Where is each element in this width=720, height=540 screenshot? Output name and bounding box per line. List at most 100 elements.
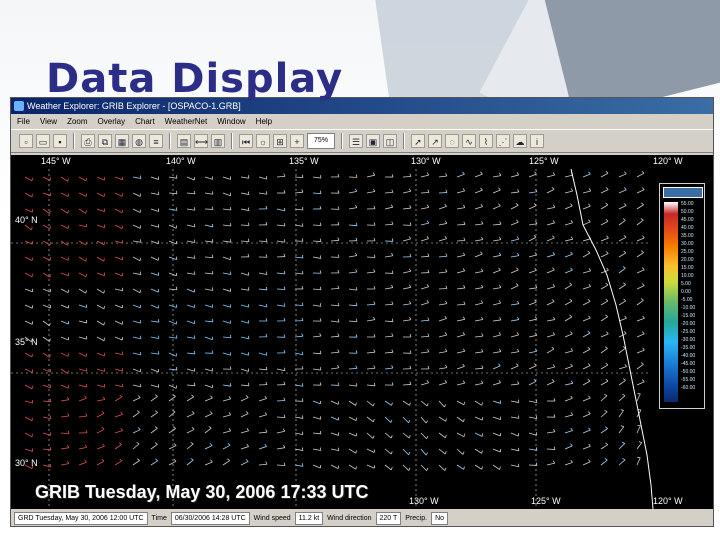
wind-barb <box>402 400 410 406</box>
toolbar-separator <box>341 133 343 149</box>
wind-barb <box>150 240 159 245</box>
wind-barb <box>132 443 140 450</box>
wind-barb-flag <box>534 316 538 320</box>
wind-barb <box>618 189 627 194</box>
print-icon[interactable]: ⎙ <box>81 134 95 148</box>
wind-barb-flag <box>444 379 447 383</box>
menu-help[interactable]: Help <box>256 114 272 129</box>
wind-barb <box>42 448 51 451</box>
wind-barb-flag <box>570 251 573 255</box>
wind-barb <box>348 207 357 210</box>
wind-barb <box>222 414 231 418</box>
wind-barb <box>168 428 176 434</box>
wind-barb <box>420 286 429 290</box>
layers-icon[interactable]: ≡ <box>149 134 163 148</box>
menu-file[interactable]: File <box>17 114 30 129</box>
wind-barb-flag <box>120 427 123 431</box>
menu-view[interactable]: View <box>40 114 57 129</box>
menu-chart[interactable]: Chart <box>135 114 155 129</box>
wind-barb-flag <box>605 442 608 446</box>
cloud-icon[interactable]: ☁ <box>513 134 527 148</box>
info-icon[interactable]: i <box>530 134 544 148</box>
wind-barb-flag <box>641 250 644 253</box>
wind-barb <box>564 253 573 258</box>
wind-barb <box>564 397 573 402</box>
wind-barb <box>600 189 609 194</box>
wind-icon[interactable]: ↗ <box>428 134 442 148</box>
chart-icon[interactable]: ▦ <box>115 134 129 148</box>
wave-icon[interactable]: ∿ <box>462 134 476 148</box>
wind-barb <box>60 320 69 325</box>
new-file-icon[interactable]: ▫ <box>19 134 33 148</box>
wind-barb <box>456 448 464 455</box>
wind-barb-flag <box>373 205 376 209</box>
wind-barb <box>96 399 105 402</box>
wind-barb <box>564 269 573 274</box>
wind-barb <box>636 442 643 450</box>
wind-barb <box>618 410 624 418</box>
wind-barb-flag <box>103 290 105 294</box>
temp-icon[interactable]: ⌇ <box>479 134 493 148</box>
wind-barb <box>42 400 52 403</box>
menu-zoom[interactable]: Zoom <box>67 114 87 129</box>
wind-barb-flag <box>499 172 502 176</box>
fit-icon[interactable]: ⊞ <box>273 134 287 148</box>
arrow-icon[interactable]: ➚ <box>411 134 425 148</box>
wind-barb-flag <box>319 367 322 371</box>
wind-barb-flag <box>481 348 484 353</box>
wind-barb-flag <box>499 284 502 288</box>
wind-barb <box>438 255 448 258</box>
zoom-in-icon[interactable]: + <box>290 134 304 148</box>
wind-barb <box>186 224 195 228</box>
save-icon[interactable]: ▪ <box>53 134 67 148</box>
bar-chart-icon[interactable]: ▥ <box>211 134 225 148</box>
wind-barb <box>150 256 159 261</box>
copy-icon[interactable]: ⧉ <box>98 134 112 148</box>
wind-barb <box>582 380 591 386</box>
wind-barb-flag <box>337 206 340 210</box>
legend-tick-label: -60.00 <box>681 385 696 391</box>
wind-barb-flag <box>372 172 376 176</box>
wind-barb <box>384 400 392 406</box>
wind-barb-flag <box>283 253 286 257</box>
wind-barb <box>564 365 573 370</box>
wind-barb-flag <box>481 333 484 337</box>
wind-barb <box>114 430 123 434</box>
split-horizontal-icon[interactable]: ☰ <box>349 134 363 148</box>
wind-barb-flag <box>84 444 88 448</box>
menu-weathernet[interactable]: WeatherNet <box>165 114 208 129</box>
toolbar-separator <box>169 133 171 149</box>
legend-variable-select[interactable] <box>663 187 703 198</box>
weather-map[interactable]: 145° W 140° W 135° W 130° W 125° W 120° … <box>11 155 713 509</box>
wind-barb <box>60 384 69 389</box>
measure-icon[interactable]: ⟷ <box>194 134 208 148</box>
wind-barb-flag <box>408 236 412 240</box>
sun-icon[interactable]: ☼ <box>256 134 270 148</box>
wind-barb <box>258 368 267 371</box>
wind-barb <box>114 192 123 197</box>
menu-overlay[interactable]: Overlay <box>98 114 126 129</box>
wind-barb <box>24 448 33 452</box>
rain-icon[interactable]: ⋰ <box>496 134 510 148</box>
lat-label-30n: 30° N <box>15 458 38 468</box>
wind-barb-flag <box>605 251 609 254</box>
wind-barb-flag <box>640 298 644 301</box>
wind-barb <box>96 352 105 357</box>
globe-icon[interactable]: ◍ <box>132 134 146 148</box>
tile-icon[interactable]: ▣ <box>366 134 380 148</box>
wind-barb <box>258 463 268 466</box>
wind-barb <box>96 384 105 388</box>
legend-tick-label: 35.00 <box>681 233 694 239</box>
wind-barb <box>564 382 573 386</box>
cascade-icon[interactable]: ◫ <box>383 134 397 148</box>
wind-barb-flag <box>480 187 483 191</box>
pressure-icon[interactable]: ◌ <box>445 134 459 148</box>
wind-barb-flag <box>172 426 176 429</box>
layout-icon[interactable]: ▤ <box>177 134 191 148</box>
menu-window[interactable]: Window <box>217 114 245 129</box>
wind-barb <box>204 336 213 341</box>
wind-barb-flag <box>247 253 250 257</box>
open-folder-icon[interactable]: ▭ <box>36 134 50 148</box>
first-frame-icon[interactable]: ⏮ <box>239 134 253 148</box>
zoom-level-field[interactable]: 75% <box>307 133 335 149</box>
